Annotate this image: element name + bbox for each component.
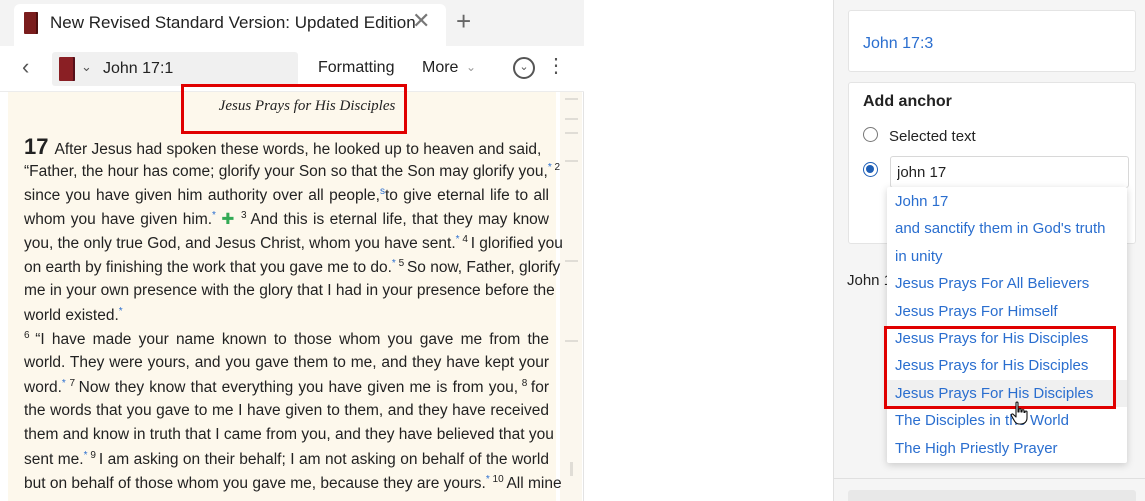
tab-bar: New Revised Standard Version: Updated Ed… [0,0,584,46]
divider [834,478,1145,479]
footnote-marker[interactable]: * [119,306,123,317]
verse-text: I glorified you [470,235,563,253]
rail-mark [565,160,578,162]
verse-text: the words that you gave to me I have giv… [24,402,549,419]
verse-text: world existed. [24,307,119,325]
chevron-down-icon[interactable]: ⌄ [81,59,92,75]
rail-mark [565,98,578,100]
dropdown-option[interactable]: The Disciples in the World [887,407,1127,434]
verse-line: 17 After Jesus had spoken these words, he… [24,134,549,160]
formatting-button[interactable]: Formatting [318,59,394,77]
dropdown-option[interactable]: The High Priestly Prayer [887,435,1127,462]
dropdown-option[interactable]: in unity [887,243,1127,270]
verse-text: All mine [506,475,562,493]
dropdown-option[interactable]: Jesus Prays For All Believers [887,270,1127,297]
selected-text-radio[interactable] [863,127,878,142]
verse-line: me in your own presence with the glory t… [24,282,555,300]
tab-title: New Revised Standard Version: Updated Ed… [50,13,416,32]
verse-text: whom you have given him. [24,211,213,229]
verse-text: After Jesus had spoken these words, he l… [54,141,542,158]
verse-text: you, the only true God, and Jesus Christ… [24,235,456,253]
anchor-input[interactable] [890,156,1129,188]
add-tab-icon[interactable]: + [456,8,471,34]
partial-reference-text: John 1 [847,272,893,289]
verse-number: 6 [24,330,36,341]
verse-text: but on behalf of those whom you gave me,… [24,475,486,493]
circle-chevron-down-icon[interactable]: ⌄ [513,57,535,79]
more-chevron-icon[interactable]: ⌄ [466,60,476,74]
verse-text: for [530,379,549,397]
reference-box[interactable]: ⌄ John 17:1 [52,52,298,86]
verse-line: since you have given him authority over … [24,186,549,205]
reference-input[interactable]: John 17:1 [103,60,173,78]
heading-highlight-box [181,84,407,134]
cross-reference-icon[interactable]: ✚ [216,211,241,228]
kebab-menu-icon[interactable]: ⋮ [546,56,566,76]
reference-link[interactable]: John 17:3 [863,35,933,53]
verse-line: whom you have given him.* ✚ 3 And this i… [24,210,549,229]
verse-text: sent me. [24,451,84,469]
verse-line: sent me.* 9 I am asking on their behalf;… [24,450,549,469]
reference-card: John 17:3 [848,10,1136,72]
verse-text: Now they know that everything you have g… [78,379,519,397]
verse-line: the words that you gave to me I have giv… [24,402,549,420]
verse-text: “Father, the hour has come; glorify your… [24,163,548,181]
verse-line: 6 “I have made your name known to those … [24,330,549,349]
verse-line: word.* 7 Now they know that everything y… [24,378,549,397]
selected-text-label[interactable]: Selected text [889,128,976,145]
anchor-suggestions-dropdown: John 17 and sanctify them in God's truth i… [887,187,1127,463]
verse-number: 5 [395,258,407,269]
verse-text: I am asking on their behalf; I am not as… [98,451,549,469]
custom-anchor-radio[interactable] [863,162,878,177]
close-icon[interactable]: ✕ [412,10,430,32]
verse-number: 2 [551,162,561,173]
bible-cover-icon[interactable] [59,57,75,81]
verse-line: world. They were yours, and you gave the… [24,354,549,372]
verse-text: on earth by finishing the work that you … [24,259,392,277]
verse-number: 8 [518,378,531,389]
verse-number: 9 [87,450,99,461]
verse-line: world existed.* [24,306,549,325]
chapter-number: 17 [24,134,49,159]
suggestions-highlight-box [884,326,1116,409]
rail-mark [565,340,578,342]
scroll-thumb[interactable] [570,462,573,476]
more-button[interactable]: More [422,59,458,77]
verse-text: “I have made your name known to those wh… [35,331,550,349]
verse-text: So now, Father, glorify [406,259,561,277]
verse-text: them and know in truth that I came from … [24,426,554,443]
hand-cursor-icon [1010,401,1028,425]
back-chevron-icon[interactable]: ‹ [22,56,29,78]
bottom-card [848,490,1136,501]
rail-mark [565,132,578,134]
verse-line: on earth by finishing the work that you … [24,258,560,277]
dropdown-option[interactable]: and sanctify them in God's truth [887,215,1127,242]
tab-nrsvue[interactable]: New Revised Standard Version: Updated Ed… [14,4,446,46]
dropdown-option[interactable]: Jesus Prays For Himself [887,298,1127,325]
verse-text: to give eternal life to all [384,187,549,205]
verse-number: 10 [489,474,507,485]
verse-line: but on behalf of those whom you gave me,… [24,474,562,493]
verse-text: me in your own presence with the glory t… [24,282,555,299]
verse-text: since you have given him authority over … [24,187,380,205]
verse-text: word. [24,379,62,397]
rail-mark [565,260,578,262]
dropdown-option[interactable]: John 17 [887,188,1127,215]
verse-line: you, the only true God, and Jesus Christ… [24,234,563,253]
book-icon [24,12,38,34]
verse-text: And this is eternal life, that they may … [250,211,549,229]
verse-number: 7 [65,378,79,389]
add-anchor-title: Add anchor [863,93,952,110]
rail-mark [565,118,578,120]
verse-number: 4 [459,234,471,245]
verse-line: them and know in truth that I came from … [24,426,554,444]
verse-line: “Father, the hour has come; glorify your… [24,162,560,181]
scrollbar[interactable] [560,92,582,501]
verse-text: world. They were yours, and you gave the… [24,354,549,371]
